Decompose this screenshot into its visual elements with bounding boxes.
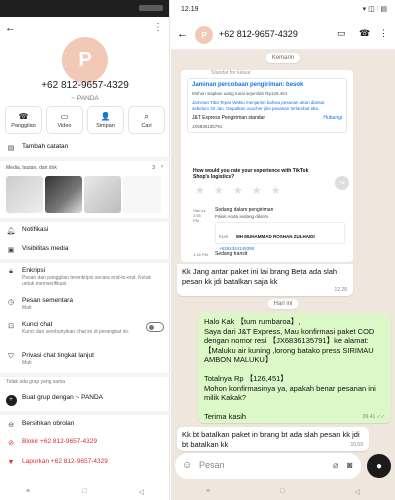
- back-arrow-icon[interactable]: ←: [5, 22, 16, 34]
- clear-chat-row[interactable]: ⊖ Bersihkan obrolan: [0, 420, 170, 429]
- block-row[interactable]: ⊘ Blokir +62 812-9657-4329: [0, 438, 170, 447]
- contact-name[interactable]: +62 812-9657-4329: [219, 29, 298, 39]
- bell-icon: 🔔︎: [6, 228, 16, 235]
- image-icon: ▣: [7, 247, 15, 254]
- divider: [0, 259, 170, 263]
- media-visibility-row[interactable]: ▣ Visibilitas media: [0, 245, 170, 254]
- outgoing-message[interactable]: Halo Kak 【tum rumbaroa】, Saya dari J&T E…: [198, 313, 391, 423]
- back-nav-icon[interactable]: ◁: [139, 488, 144, 496]
- more-options-icon[interactable]: ⋮: [379, 28, 388, 39]
- advanced-privacy-row[interactable]: ⛉ Privasi chat tingkat lanjut Mati: [0, 352, 170, 366]
- back-nav-icon[interactable]: ◁: [355, 488, 360, 496]
- incoming-message[interactable]: Kk bt batalkan paket in brang bt ada sla…: [177, 427, 369, 451]
- share-icon[interactable]: ↪: [335, 176, 349, 190]
- chevron-right-icon[interactable]: ›: [161, 164, 163, 170]
- media-thumbnails: [6, 176, 161, 213]
- media-thumbnail[interactable]: [6, 176, 43, 213]
- quick-actions: ☎ Panggilan ▭ Video 👤 Simpan ⌕ Cari: [5, 106, 165, 134]
- chat-lock-toggle[interactable]: [146, 322, 164, 332]
- recents-icon[interactable]: ≡: [206, 488, 210, 495]
- home-icon[interactable]: □: [82, 488, 86, 495]
- thumbs-down-icon: ▼: [7, 459, 15, 466]
- camera-icon[interactable]: ◙: [347, 460, 352, 470]
- add-person-icon: 👤: [100, 111, 111, 121]
- media-section-title[interactable]: Media, tautan, dan dok: [6, 165, 57, 171]
- shipment-screenshot[interactable]: Standar for keluar Jaminan percobaan pen…: [181, 70, 353, 262]
- video-icon: ▭: [60, 111, 69, 121]
- message-input[interactable]: ☺ Pesan ⌀ ◙: [175, 453, 361, 479]
- video-button[interactable]: ▭ Video: [46, 106, 83, 134]
- contact-phone: +62 812-9657-4329: [41, 80, 129, 91]
- microphone-icon[interactable]: ●: [367, 454, 391, 478]
- chat-header: ← P +62 812-9657-4329 ▭ ☎ ⋮: [171, 20, 395, 50]
- date-separator: Hari ini: [267, 299, 299, 309]
- system-nav-bar: ≡ □ ◁: [171, 483, 395, 500]
- lock-icon: 🔒︎: [9, 268, 13, 275]
- media-thumbnail[interactable]: [84, 176, 121, 213]
- group-icon: +: [0, 394, 22, 406]
- clear-icon: ⊖: [8, 422, 14, 429]
- create-group-row[interactable]: + Buat grup dengan ~ PANDA: [0, 394, 170, 406]
- shield-icon: ⛉: [8, 353, 14, 360]
- media-thumbnail[interactable]: [45, 176, 82, 213]
- system-nav-bar: ≡ □ ◁: [0, 483, 170, 500]
- block-icon: ⊘: [8, 440, 14, 447]
- divider: [0, 411, 170, 415]
- timer-icon: ◷: [7, 299, 15, 306]
- recents-icon[interactable]: ≡: [26, 488, 30, 495]
- encryption-row[interactable]: 🔒︎ Enkripsi Pesan dan panggilan terenkrips…: [0, 267, 170, 287]
- contact-avatar[interactable]: P: [195, 26, 213, 44]
- emoji-icon[interactable]: ☺: [182, 460, 192, 471]
- add-note-row[interactable]: ▤ Tambah catatan: [0, 143, 170, 152]
- save-contact-button[interactable]: 👤 Simpan: [87, 106, 124, 134]
- contact-info-panel: ← ⋮ P +62 812-9657-4329 ~ PANDA ☎ Panggil…: [0, 0, 170, 500]
- media-thumbnail[interactable]: [123, 176, 161, 213]
- back-arrow-icon[interactable]: ←: [177, 28, 188, 40]
- incoming-message[interactable]: Kk Jang antar paket ini lai brang Beta a…: [177, 264, 353, 296]
- contact-avatar[interactable]: P: [62, 37, 108, 83]
- more-options-icon[interactable]: ⋮: [153, 22, 163, 33]
- chat-lock-icon: ⊡: [8, 323, 14, 330]
- status-bar: [0, 0, 169, 17]
- notifications-row[interactable]: 🔔︎ Notifikasi: [0, 226, 170, 235]
- note-icon: ▤: [7, 145, 15, 152]
- phone-icon[interactable]: ☎: [359, 28, 370, 39]
- media-count: 3: [152, 165, 155, 171]
- divider: [0, 218, 170, 222]
- groups-heading: Tidak ada grup yang sama: [6, 379, 66, 385]
- message-composer: ☺ Pesan ⌀ ◙ ●: [171, 451, 395, 481]
- phone-icon: ☎: [18, 111, 29, 121]
- status-bar: 12.19 ▾ ◫ ⫶ ▤: [171, 0, 395, 20]
- contact-nickname: ~ PANDA: [71, 95, 99, 102]
- date-separator: Kemarin: [265, 53, 301, 63]
- chat-lock-row[interactable]: ⊡ Kunci chat Kunci dan sembunyikan chat in…: [0, 321, 170, 335]
- chat-panel: 12.19 ▾ ◫ ⫶ ▤ ← P +62 812-9657-4329 ▭ ☎ ⋮…: [171, 0, 395, 500]
- disappearing-messages-row[interactable]: ◷ Pesan sementara Mati: [0, 297, 170, 311]
- search-button[interactable]: ⌕ Cari: [128, 106, 165, 134]
- status-icons: ▾ ◫ ⫶ ▤: [362, 6, 387, 13]
- attach-icon[interactable]: ⌀: [333, 460, 338, 471]
- call-button[interactable]: ☎ Panggilan: [5, 106, 42, 134]
- report-row[interactable]: ▼ Laporkan +62 812-9657-4329: [0, 458, 170, 466]
- divider: [0, 373, 170, 377]
- delivery-info-sheet: Jaminan percobaan pengiriman: besok Moho…: [187, 78, 347, 133]
- video-call-icon[interactable]: ▭: [337, 28, 346, 39]
- divider: [0, 157, 170, 161]
- search-icon: ⌕: [144, 111, 149, 121]
- home-icon[interactable]: □: [280, 488, 284, 495]
- rating-stars: ★ ★ ★ ★ ★: [195, 185, 284, 197]
